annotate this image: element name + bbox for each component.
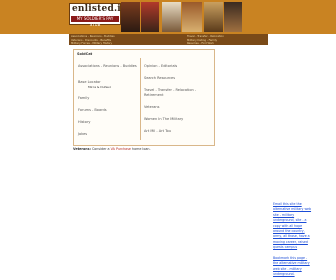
category-link[interactable]: Family xyxy=(78,96,89,100)
category-link[interactable]: History xyxy=(78,120,90,124)
header-image-2 xyxy=(141,2,159,32)
category-panel: SoldCat Associations - Reunions - Buddie… xyxy=(73,49,215,146)
category-link[interactable]: Travel - Transfer - Relocation - Retirem… xyxy=(144,88,206,97)
category-link[interactable]: Art Mil - Art Tou xyxy=(144,129,171,133)
note-tail: home loan. xyxy=(132,147,151,151)
site-logo[interactable]: enlisted.info MY SOLDIER'S PAY STUB xyxy=(69,3,138,27)
header-image-6 xyxy=(224,2,242,32)
header-image-1 xyxy=(121,2,140,32)
main-content: SoldCat Associations - Reunions - Buddie… xyxy=(69,45,268,280)
category-link[interactable]: Search Resources xyxy=(144,76,175,80)
header-image-4 xyxy=(182,2,202,32)
logo-tagline: MY SOLDIER'S PAY STUB xyxy=(71,16,119,27)
category-link[interactable]: Base Locator xyxy=(78,80,101,84)
category-link[interactable]: Opinion - Editorials xyxy=(144,64,177,68)
top-nav: Associations - Reunions - Buddies Vetera… xyxy=(69,34,268,45)
column-divider xyxy=(140,58,141,140)
site-header: enlisted.info MY SOLDIER'S PAY STUB xyxy=(0,0,336,34)
note-lead: Veterans: xyxy=(73,147,91,151)
category-link[interactable]: Veterans xyxy=(144,105,159,109)
header-image-5 xyxy=(204,2,223,32)
header-image-3 xyxy=(162,2,181,32)
right-sidebar: Email this site the alternative military… xyxy=(268,34,336,280)
category-link[interactable]: Forums - Boards xyxy=(78,108,107,112)
category-link[interactable]: Jokes xyxy=(78,132,87,136)
va-purchase-link[interactable]: VA Purchase xyxy=(111,147,131,151)
email-site-link[interactable]: Email this site the alternative military… xyxy=(273,202,313,251)
category-link[interactable]: Women In The Military xyxy=(144,117,183,121)
va-loan-note: Veterans: Consider a VA Purchase home lo… xyxy=(73,147,151,151)
note-text: Consider a xyxy=(91,147,110,151)
panel-title: SoldCat xyxy=(77,52,93,56)
category-sublink[interactable]: Mirca & Dufeuz xyxy=(88,85,111,89)
bookmark-link[interactable]: Bookmark this page - the alternative mil… xyxy=(273,256,313,278)
category-link[interactable]: Associations - Reunions - Buddies xyxy=(78,64,137,68)
